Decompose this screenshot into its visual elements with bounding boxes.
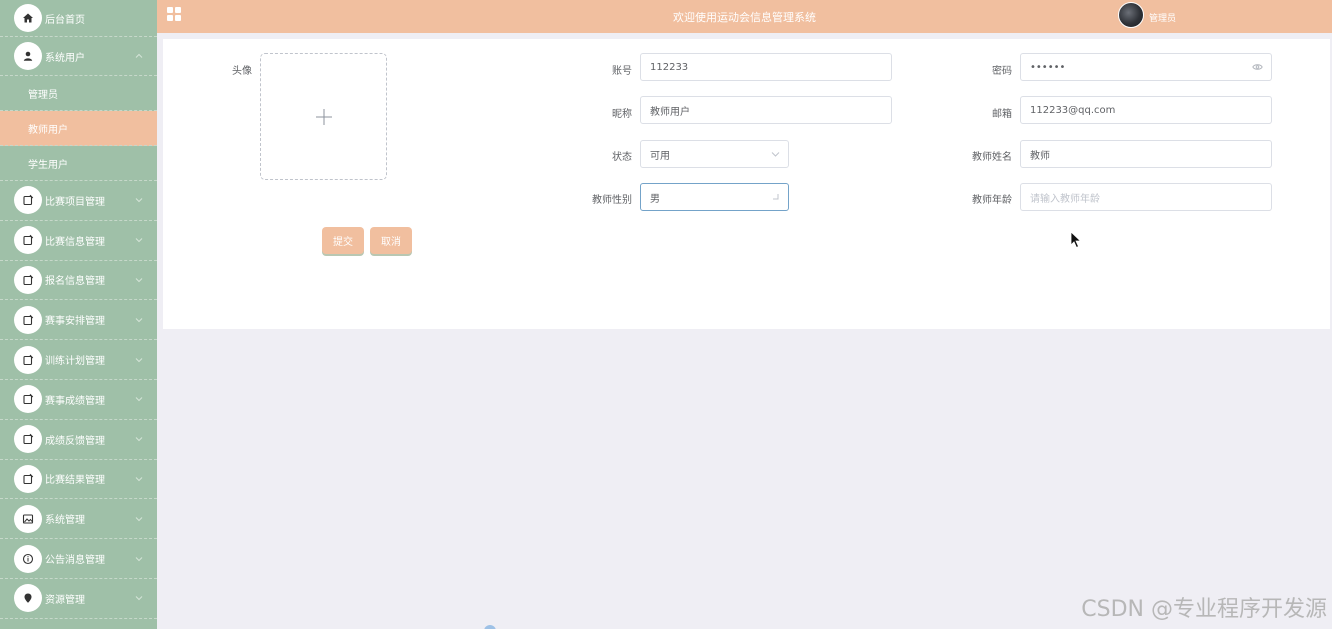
chevron-down-icon <box>135 198 143 203</box>
sidebar-item-event-schedule[interactable]: 赛事安排管理 <box>0 300 157 341</box>
teacher-age-placeholder: 请输入教师年龄 <box>1030 193 1100 205</box>
sidebar-item-label: 资源管理 <box>45 594 85 606</box>
avatar-label: 头像 <box>232 66 252 77</box>
sidebar-item-system-users[interactable]: 系统用户 <box>0 37 157 76</box>
sidebar-item-label: 比赛结果管理 <box>45 475 105 487</box>
sidebar-item-label: 公告消息管理 <box>45 555 105 567</box>
sidebar-item-competition-results[interactable]: 比赛结果管理 <box>0 460 157 500</box>
teacher-name-input[interactable]: 教师 <box>1020 140 1272 168</box>
teacher-name-label: 教师姓名 <box>972 152 1012 163</box>
picture-icon <box>14 504 42 533</box>
email-value: 112233@qq.com <box>1030 104 1116 116</box>
sidebar: 后台首页 系统用户 管理员 教师用户 学生用户 比赛项目管理 比赛信息管理 报名… <box>0 0 157 629</box>
sidebar-subitem-admin[interactable]: 管理员 <box>0 76 157 111</box>
sidebar-item-label: 系统管理 <box>45 515 85 527</box>
account-label: 账号 <box>612 66 632 77</box>
sidebar-item-resources[interactable]: 资源管理 <box>0 579 157 619</box>
nickname-input[interactable]: 教师用户 <box>640 96 892 124</box>
sidebar-item-score-feedback[interactable]: 成绩反馈管理 <box>0 420 157 460</box>
note-icon <box>14 385 42 414</box>
sidebar-item-label: 赛事成绩管理 <box>45 395 105 407</box>
password-input[interactable]: •••••• <box>1020 53 1272 81</box>
chevron-down-icon <box>135 596 143 601</box>
status-label: 状态 <box>612 152 632 163</box>
chevron-down-icon <box>771 152 780 157</box>
sidebar-item-label: 赛事安排管理 <box>45 316 105 328</box>
sidebar-item-home[interactable]: 后台首页 <box>0 0 157 37</box>
sidebar-item-label: 系统用户 <box>45 52 85 64</box>
user-name[interactable]: 管理员 <box>1149 11 1176 24</box>
sidebar-item-training-plans[interactable]: 训练计划管理 <box>0 340 157 380</box>
password-value: •••••• <box>1030 61 1066 73</box>
account-value: 112233 <box>650 61 689 73</box>
sidebar-item-label: 报名信息管理 <box>45 276 105 288</box>
chevron-down-icon <box>135 278 143 283</box>
note-icon <box>14 186 42 215</box>
chevron-down-icon <box>135 397 143 402</box>
sidebar-item-competition-projects[interactable]: 比赛项目管理 <box>0 181 157 221</box>
chevron-down-icon <box>135 477 143 482</box>
sidebar-item-registration-info[interactable]: 报名信息管理 <box>0 261 157 301</box>
gender-value: 男 <box>650 193 660 205</box>
chevron-down-icon <box>135 238 143 243</box>
loading-dot <box>484 625 496 629</box>
sidebar-item-event-scores[interactable]: 赛事成绩管理 <box>0 380 157 420</box>
location-pin-icon <box>14 584 42 613</box>
note-icon <box>14 345 42 374</box>
chevron-down-icon <box>135 437 143 442</box>
chevron-down-icon <box>135 516 143 521</box>
note-icon <box>14 425 42 454</box>
nickname-label: 昵称 <box>612 109 632 120</box>
nickname-value: 教师用户 <box>650 106 690 118</box>
plus-icon <box>315 108 332 125</box>
avatar[interactable] <box>1118 2 1144 28</box>
select-arrow-icon <box>773 194 779 200</box>
account-input[interactable]: 112233 <box>640 53 892 81</box>
chevron-up-icon <box>135 53 143 58</box>
note-icon <box>14 464 42 493</box>
status-value: 可用 <box>650 150 670 162</box>
note-icon <box>14 226 42 255</box>
home-icon <box>14 4 42 32</box>
top-header: 欢迎使用运动会信息管理系统 管理员 <box>157 0 1332 33</box>
sidebar-item-label: 比赛信息管理 <box>45 236 105 248</box>
user-icon <box>14 42 42 70</box>
sidebar-item-announcements[interactable]: 公告消息管理 <box>0 539 157 579</box>
avatar-uploader[interactable] <box>260 53 387 180</box>
status-select[interactable]: 可用 <box>640 140 789 168</box>
cancel-button[interactable]: 取消 <box>370 227 412 254</box>
sidebar-item-system-management[interactable]: 系统管理 <box>0 499 157 540</box>
sidebar-item-competition-info[interactable]: 比赛信息管理 <box>0 221 157 261</box>
teacher-age-input[interactable]: 请输入教师年龄 <box>1020 183 1272 211</box>
sidebar-item-label: 成绩反馈管理 <box>45 435 105 447</box>
note-icon <box>14 305 42 334</box>
email-label: 邮箱 <box>992 109 1012 120</box>
sidebar-subitem-student[interactable]: 学生用户 <box>0 146 157 181</box>
note-icon <box>14 265 42 294</box>
gender-select[interactable]: 男 <box>640 183 789 211</box>
info-icon <box>14 544 42 573</box>
teacher-name-value: 教师 <box>1030 150 1050 162</box>
gender-label: 教师性别 <box>592 195 632 206</box>
watermark: CSDN @专业程序开发源 <box>1081 597 1327 622</box>
password-label: 密码 <box>992 66 1012 77</box>
sidebar-item-label: 比赛项目管理 <box>45 196 105 208</box>
teacher-age-label: 教师年龄 <box>972 195 1012 206</box>
email-input[interactable]: 112233@qq.com <box>1020 96 1272 124</box>
sidebar-item-label: 训练计划管理 <box>45 356 105 368</box>
submit-button[interactable]: 提交 <box>322 227 364 254</box>
sidebar-item-label: 后台首页 <box>45 14 85 26</box>
teacher-user-form: 头像 账号 112233 昵称 教师用户 状态 可用 教师性别 男 密码 •••… <box>163 39 1330 329</box>
chevron-down-icon <box>135 317 143 322</box>
chevron-down-icon <box>135 357 143 362</box>
eye-icon[interactable] <box>1252 63 1263 71</box>
sidebar-subitem-teacher[interactable]: 教师用户 <box>0 111 157 146</box>
chevron-down-icon <box>135 556 143 561</box>
mouse-cursor-icon <box>1070 231 1082 249</box>
